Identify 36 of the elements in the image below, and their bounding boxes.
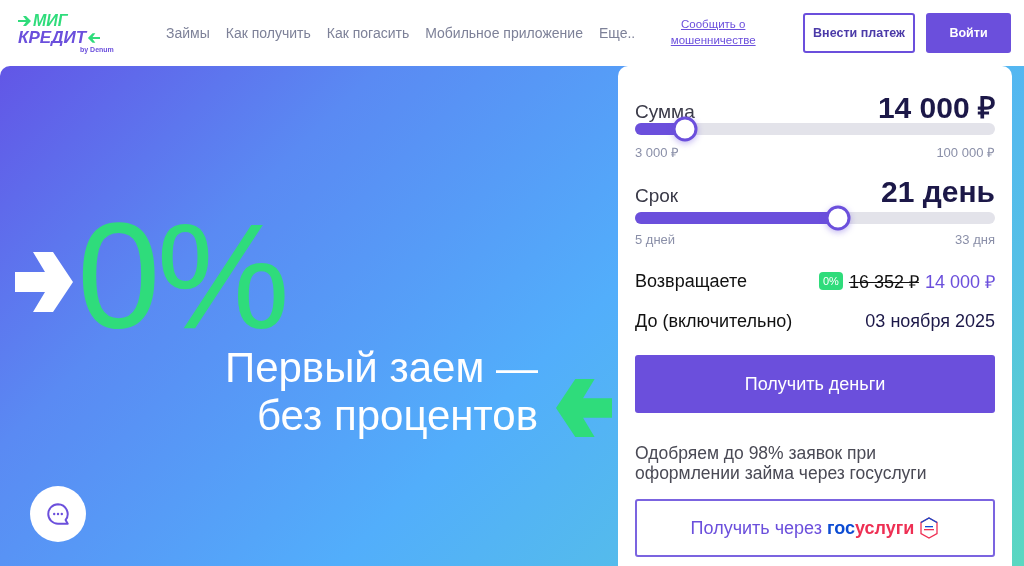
max-label: 33 дня	[955, 232, 995, 247]
nav-link[interactable]: Займы	[166, 25, 210, 41]
slider-value: 14 000 ₽	[877, 90, 995, 126]
logo-text: КРЕДИТ	[18, 29, 87, 46]
due-date: 03 ноября 2025	[865, 310, 995, 332]
arrow-icon	[18, 15, 32, 27]
approval-note: Одобряем до 98% заявок при оформлении займа через госуслуги	[635, 443, 928, 483]
nav-link[interactable]: Мобильное приложение	[425, 25, 583, 41]
discount-badge: 0%	[818, 272, 843, 290]
slider-label: Срок	[635, 185, 679, 207]
slider-thumb[interactable]	[825, 205, 851, 231]
arrow-icon	[87, 31, 101, 44]
nav-link[interactable]: Как получить	[225, 25, 311, 41]
gosuslugi-button[interactable]: Получить через госуслуги	[635, 499, 995, 557]
old-amount: 16 352 ₽	[848, 271, 919, 293]
nav-link[interactable]: Еще..	[598, 25, 636, 41]
hexagon-icon	[919, 517, 940, 539]
repay-amount: 14 000 ₽	[924, 271, 995, 293]
payment-button[interactable]: Внести платеж	[803, 13, 915, 53]
repay-label: Возвращаете	[635, 270, 747, 292]
arrow-icon	[556, 378, 612, 438]
get-money-button[interactable]: Получить деньги	[635, 355, 995, 413]
subtitle: без процентов	[257, 392, 538, 440]
nav-link[interactable]: Как погасить	[326, 25, 410, 41]
chat-button[interactable]	[30, 486, 86, 542]
chat-icon	[45, 501, 71, 527]
logo-text: МИГ	[33, 13, 68, 29]
due-label: До (включительно)	[635, 310, 793, 332]
login-button[interactable]: Войти	[926, 13, 1011, 53]
min-label: 5 дней	[635, 232, 676, 247]
slider-label: Сумма	[635, 101, 695, 123]
min-label: 3 000 ₽	[635, 144, 680, 161]
max-label: 100 000 ₽	[936, 144, 995, 161]
report-link[interactable]: Сообщить о мошенничестве	[665, 17, 762, 49]
arrow-icon	[15, 252, 73, 312]
slider-value: 21 день	[881, 175, 995, 209]
